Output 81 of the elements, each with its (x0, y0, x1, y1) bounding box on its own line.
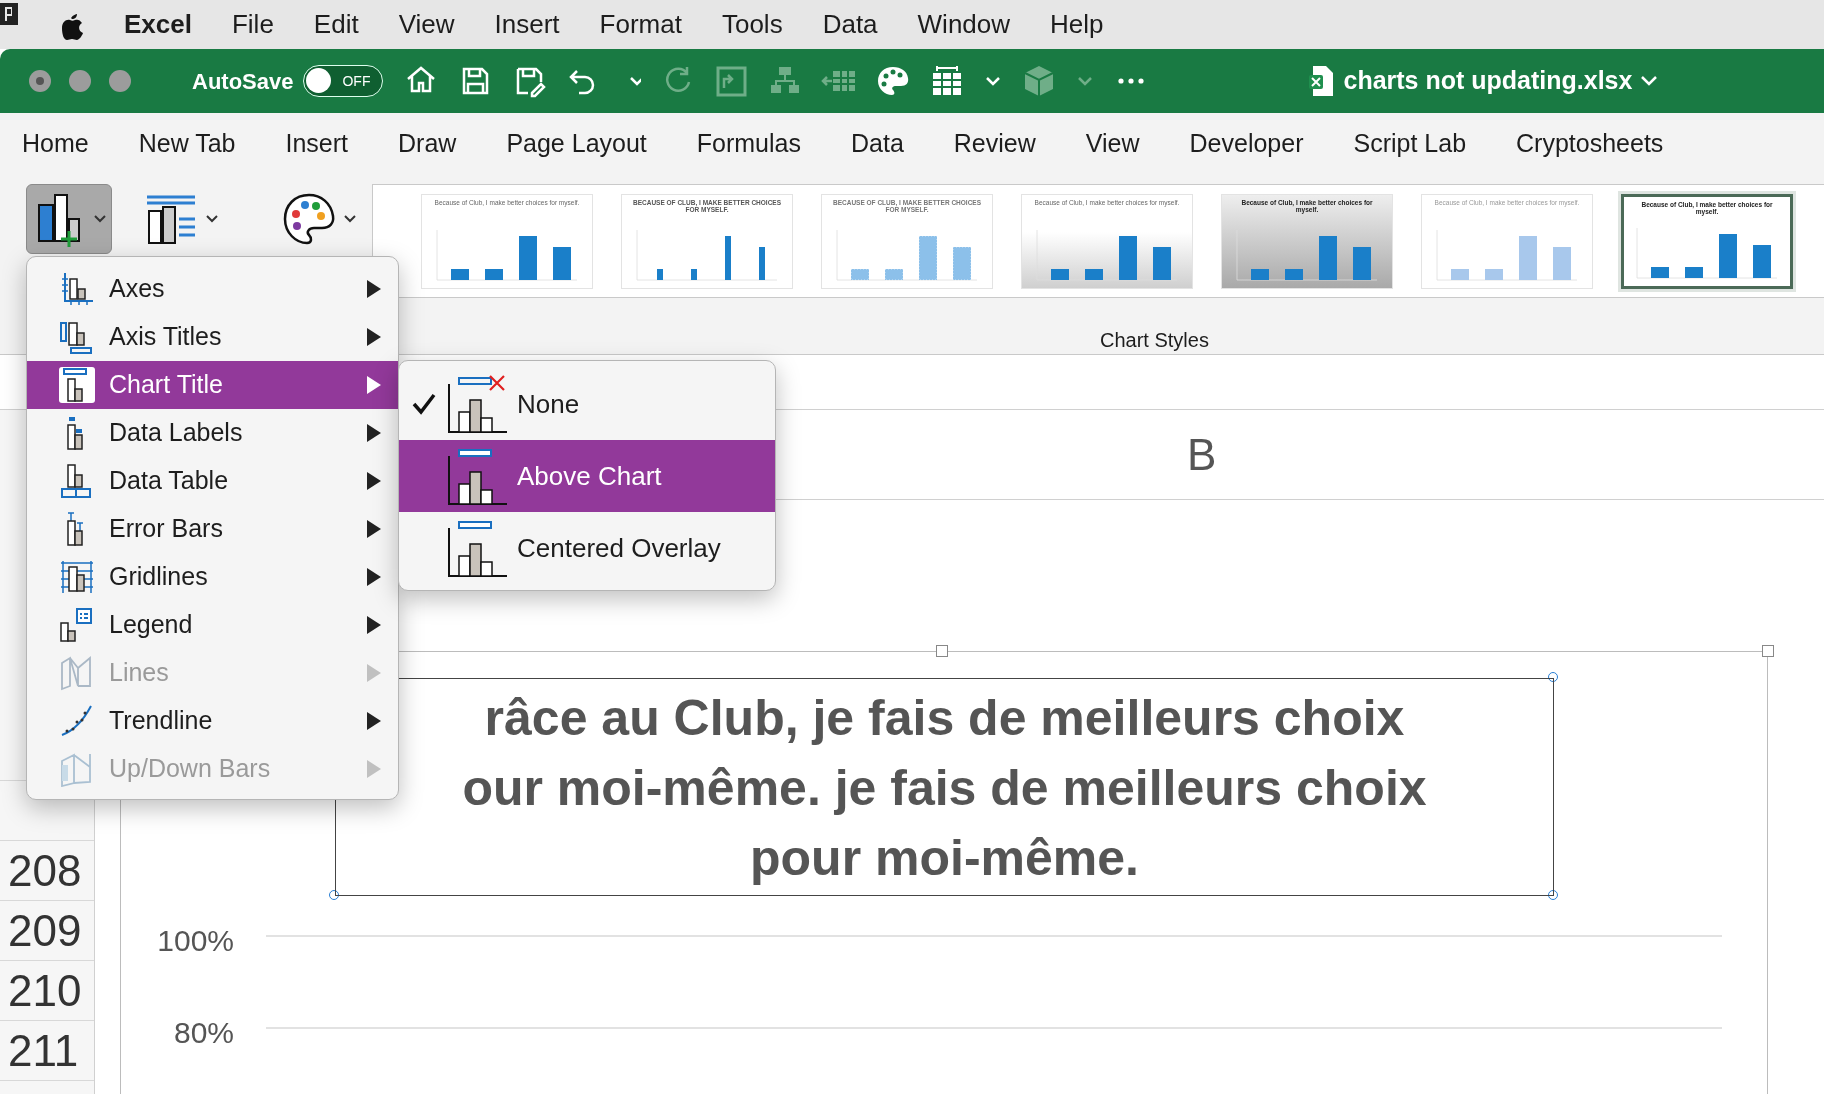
submenu-arrow-icon (366, 615, 382, 635)
menu-bar-item[interactable]: Insert (494, 5, 560, 44)
ribbon-tab[interactable]: Data (851, 125, 904, 163)
menu-item[interactable]: Axes (27, 265, 398, 313)
axes-icon (59, 271, 95, 307)
row-number[interactable]: 208 (0, 841, 94, 901)
chart-title-line: pour moi-même. (750, 829, 1139, 888)
resize-handle[interactable] (1762, 645, 1774, 657)
resize-handle[interactable] (329, 890, 339, 900)
submenu-arrow-icon (366, 759, 382, 779)
submenu-arrow-icon (366, 471, 382, 491)
app-menu[interactable]: Excel (124, 5, 192, 44)
resize-handle[interactable] (936, 645, 948, 657)
ribbon-tab[interactable]: Review (953, 125, 1036, 163)
window-control-icon[interactable] (28, 69, 52, 93)
row-number[interactable]: 210 (0, 961, 94, 1021)
menu-bar-item[interactable]: Format (599, 5, 682, 44)
ribbon-tab[interactable]: View (1085, 125, 1140, 163)
menu-item[interactable]: Legend (27, 601, 398, 649)
menu-bar-item[interactable]: View (398, 5, 455, 44)
caret-icon (205, 214, 219, 224)
gridlines-icon (59, 559, 95, 595)
ribbon-tab[interactable]: Home (22, 125, 89, 163)
titled-chart-icon (447, 446, 507, 506)
menu-bar-item[interactable]: File (231, 5, 274, 44)
chart-title-line: our moi-même. je fais de meilleurs choix (462, 759, 1427, 818)
ribbon-tab[interactable]: Cryptosheets (1516, 125, 1664, 163)
row-number[interactable]: 209 (0, 901, 94, 961)
ribbon-tab[interactable]: Script Lab (1353, 125, 1467, 163)
menu-item[interactable]: Data Labels (27, 409, 398, 457)
submenu-arrow-icon (366, 663, 382, 683)
autosave-label: AutoSave (192, 67, 294, 96)
menu-item[interactable]: Axis Titles (27, 313, 398, 361)
submenu-arrow-icon (366, 519, 382, 539)
chart-title-icon (59, 367, 95, 403)
autosave-toggle[interactable]: OFF (303, 65, 384, 97)
menu-item[interactable]: Chart Title (27, 361, 398, 409)
legend-icon (59, 607, 95, 643)
gallery-label: Chart Styles (1100, 328, 1209, 353)
ribbon-tab[interactable]: Draw (398, 125, 457, 163)
submenu-arrow-icon (366, 567, 382, 587)
resize-handle[interactable] (1548, 890, 1558, 900)
ribbon-tab[interactable]: Formulas (696, 125, 801, 163)
chevron-icon[interactable] (1640, 74, 1659, 88)
menu-bar-item[interactable]: Window (917, 5, 1011, 44)
chart-title-box[interactable]: râce au Club, je fais de meilleurs choix our moi-même. je fais de meilleurs choix pour moi-même. (335, 678, 1554, 896)
menu-item[interactable]: Error Bars (27, 505, 398, 553)
submenu-arrow-icon (366, 711, 382, 731)
no-title-chart-icon (447, 374, 507, 434)
axis-label: 80% (172, 1015, 234, 1051)
submenu-item[interactable]: Centered Overlay (399, 512, 775, 584)
ribbon-tab[interactable]: Insert (285, 125, 349, 163)
menu-bar-item[interactable]: Edit (313, 5, 359, 44)
column-header[interactable]: B (1187, 421, 1217, 488)
submenu-arrow-icon (366, 279, 382, 299)
axis-titles-icon (59, 319, 95, 355)
submenu-arrow-icon (366, 327, 382, 347)
chart-title-line: râce au Club, je fais de meilleurs choix (484, 689, 1405, 748)
menu-item[interactable]: Gridlines (27, 553, 398, 601)
spreadsheet-file-icon (1309, 65, 1336, 97)
trendline-icon (59, 703, 95, 739)
submenu-item[interactable]: Above Chart (399, 440, 775, 512)
submenu-item[interactable]: None (399, 368, 775, 440)
palette-icon (281, 191, 337, 247)
submenu-arrow-icon (366, 375, 382, 395)
axis-label: 100% (156, 923, 234, 959)
resize-handle[interactable] (1548, 672, 1558, 682)
caret-icon (93, 214, 107, 224)
caret-icon (343, 214, 357, 224)
add-chart-element-button[interactable] (26, 184, 112, 254)
menu-bar-item[interactable]: Help (1050, 5, 1104, 44)
menu-bar-item[interactable]: Data (822, 5, 878, 44)
ribbon-tab[interactable]: Page Layout (506, 125, 647, 163)
titled-chart-icon (447, 518, 507, 578)
menu-item[interactable]: Data Table (27, 457, 398, 505)
ribbon-tab[interactable]: Developer (1189, 125, 1304, 163)
submenu-arrow-icon (366, 423, 382, 443)
menu-bar-item[interactable]: Tools (721, 5, 783, 44)
ribbon-tab[interactable]: New Tab (138, 125, 236, 163)
row-number[interactable]: 211 (0, 1021, 94, 1081)
file-name[interactable]: charts not updating.xlsx (1343, 62, 1633, 100)
